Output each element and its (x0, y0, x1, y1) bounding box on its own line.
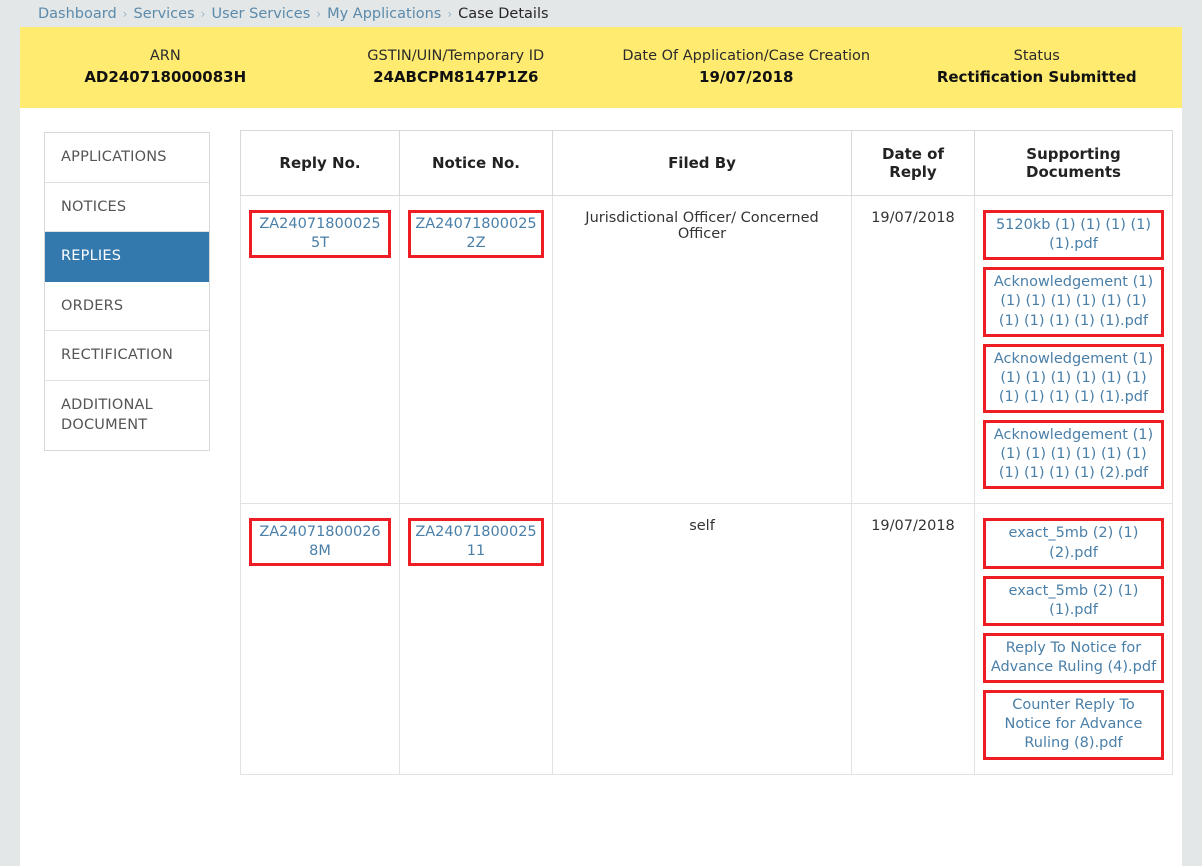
summary-gstin: GSTIN/UIN/Temporary ID 24ABCPM8147P1Z6 (311, 46, 602, 89)
supporting-document-link[interactable]: Counter Reply To Notice for Advance Ruli… (983, 690, 1164, 760)
table-header: Reply No. Notice No. Filed By Date of Reply… (240, 130, 1173, 196)
summary-arn: ARN AD240718000083H (20, 46, 311, 89)
cell-date-of-reply: 19/07/2018 (851, 503, 975, 775)
column-header-supporting-documents: Supporting Documents (974, 130, 1173, 196)
cell-notice-no: ZA2407180002511 (399, 503, 553, 775)
cell-supporting-documents: 5120kb (1) (1) (1) (1) (1).pdf Acknowledg… (974, 194, 1173, 505)
cell-notice-no: ZA240718000252Z (399, 194, 553, 505)
breadcrumb: Dashboard › Services › User Services › My Appl… (0, 0, 1202, 27)
breadcrumb-item-case-details: Case Details (458, 5, 549, 22)
breadcrumb-separator-icon: › (122, 6, 128, 21)
sidebar-item-notices[interactable]: NOTICES (45, 183, 209, 233)
cell-reply-no: ZA240718000268M (240, 503, 400, 775)
reply-no-link[interactable]: ZA240718000268M (249, 518, 391, 567)
sidebar-item-orders[interactable]: ORDERS (45, 282, 209, 332)
supporting-document-link[interactable]: exact_5mb (2) (1) (1).pdf (983, 575, 1164, 626)
table-row: ZA240718000255T ZA240718000252Z Jurisdicti… (240, 194, 1173, 505)
summary-gstin-label: GSTIN/UIN/Temporary ID (367, 48, 545, 65)
breadcrumb-item-dashboard[interactable]: Dashboard (38, 6, 117, 22)
sidebar-item-replies[interactable]: REPLIES (45, 232, 209, 282)
column-header-notice-no: Notice No. (399, 130, 553, 196)
supporting-document-link[interactable]: Acknowledgement (1) (1) (1) (1) (1) (1) … (983, 420, 1164, 490)
supporting-document-link[interactable]: Reply To Notice for Advance Ruling (4).p… (983, 632, 1164, 684)
breadcrumb-separator-icon: › (200, 6, 206, 21)
summary-gstin-value: 24ABCPM8147P1Z6 (373, 68, 539, 87)
table-body: ZA240718000255T ZA240718000252Z Jurisdicti… (240, 194, 1173, 775)
summary-arn-label: ARN (149, 48, 181, 65)
table-header-row: Reply No. Notice No. Filed By Date of Reply… (240, 130, 1173, 196)
case-sidebar-nav: APPLICATIONS NOTICES REPLIES ORDERS RECTIFIC… (44, 132, 210, 452)
cell-reply-no: ZA240718000255T (240, 194, 400, 505)
sidebar-item-additional-document[interactable]: ADDITIONAL DOCUMENT (45, 381, 209, 450)
cell-filed-by: self (552, 503, 852, 775)
column-header-filed-by: Filed By (552, 130, 852, 196)
supporting-document-link[interactable]: exact_5mb (2) (1) (2).pdf (983, 518, 1164, 569)
sidebar-item-applications[interactable]: APPLICATIONS (45, 133, 209, 183)
breadcrumb-item-my-applications[interactable]: My Applications (327, 6, 441, 22)
summary-status: Status Rectification Submitted (892, 46, 1183, 89)
summary-arn-value: AD240718000083H (84, 68, 247, 87)
notice-no-link[interactable]: ZA2407180002511 (408, 518, 544, 567)
case-summary-banner: ARN AD240718000083H GSTIN/UIN/Temporary … (20, 27, 1182, 108)
content-area: APPLICATIONS NOTICES REPLIES ORDERS RECTIFIC… (20, 108, 1182, 866)
cell-filed-by: Jurisdictional Officer/ Concerned Office… (552, 194, 852, 505)
breadcrumb-item-services[interactable]: Services (133, 6, 194, 22)
status-badge: Rectification Submitted (936, 68, 1137, 87)
summary-date-value: 19/07/2018 (699, 68, 794, 87)
column-header-date-of-reply: Date of Reply (851, 130, 975, 196)
supporting-document-link[interactable]: 5120kb (1) (1) (1) (1) (1).pdf (983, 210, 1164, 261)
summary-status-label: Status (1013, 48, 1060, 65)
supporting-document-link[interactable]: Acknowledgement (1) (1) (1) (1) (1) (1) … (983, 267, 1164, 337)
summary-date: Date Of Application/Case Creation 19/07/… (601, 46, 892, 89)
summary-date-label: Date Of Application/Case Creation (622, 48, 871, 65)
reply-no-link[interactable]: ZA240718000255T (249, 210, 391, 258)
cell-supporting-documents: exact_5mb (2) (1) (2).pdf exact_5mb (2) (… (974, 503, 1173, 775)
breadcrumb-separator-icon: › (316, 6, 322, 21)
replies-table: Reply No. Notice No. Filed By Date of Reply… (240, 130, 1173, 775)
notice-no-link[interactable]: ZA240718000252Z (408, 210, 544, 258)
breadcrumb-item-user-services[interactable]: User Services (211, 6, 310, 22)
supporting-document-link[interactable]: Acknowledgement (1) (1) (1) (1) (1) (1) … (983, 343, 1164, 413)
table-row: ZA240718000268M ZA2407180002511 self 19/07/… (240, 503, 1173, 775)
replies-table-wrapper: Reply No. Notice No. Filed By Date of Reply… (240, 130, 1173, 775)
column-header-reply-no: Reply No. (240, 130, 400, 196)
sidebar-item-rectification[interactable]: RECTIFICATION (45, 331, 209, 381)
cell-date-of-reply: 19/07/2018 (851, 194, 975, 505)
breadcrumb-separator-icon: › (447, 6, 453, 21)
